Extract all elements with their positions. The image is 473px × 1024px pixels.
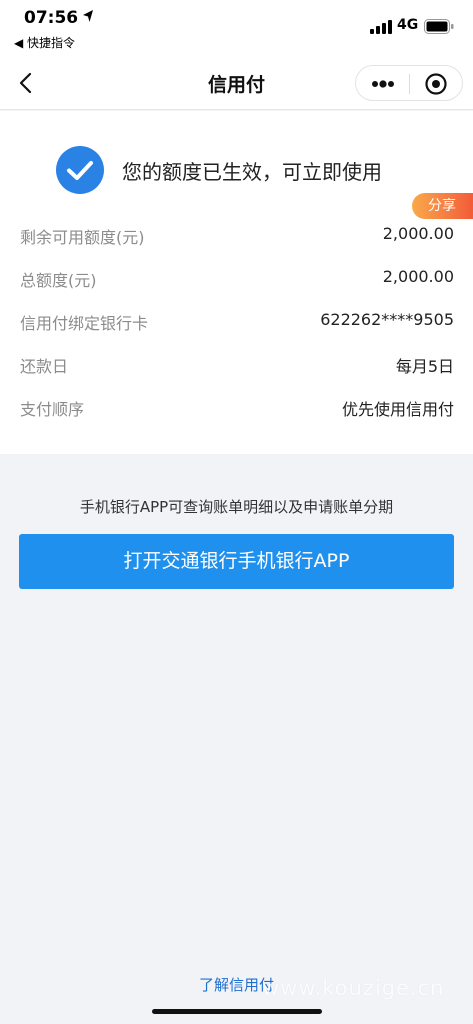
row-label: 总额度(元) [20,271,97,290]
bank-app-hint: 手机银行APP可查询账单明细以及申请账单分期 [79,498,394,516]
info-row: 信用付绑定银行卡 622262****9505 [20,310,454,334]
row-value: 2,000.00 [382,224,454,243]
check-circle-icon [56,146,104,194]
success-message: 您的额度已生效，可立即使用 [122,160,382,184]
battery-icon [424,19,454,34]
info-row: 支付顺序 优先使用信用付 [20,396,454,420]
status-time: 07:56 [24,8,79,28]
row-value: 622262****9505 [320,310,454,329]
capsule-divider [409,74,410,94]
row-value: 2,000.00 [382,267,454,286]
status-bar: 07:56 ◀ 快捷指令 4G [0,0,473,56]
watermark: www.kouzige.cn [262,976,445,1000]
info-row: 还款日 每月5日 [20,353,454,377]
open-bank-app-button[interactable]: 打开交通银行手机银行APP [19,534,454,589]
row-label: 支付顺序 [20,400,85,419]
more-icon[interactable] [368,74,398,94]
row-label: 还款日 [20,357,69,376]
home-indicator [152,1009,322,1014]
back-to-shortcuts[interactable]: ◀ 快捷指令 [14,34,75,51]
credit-info-card: 您的额度已生效，可立即使用 分享 剩余可用额度(元) 2,000.00 总额度(… [0,111,473,454]
mini-program-close-icon[interactable] [424,72,448,96]
row-label: 剩余可用额度(元) [20,228,145,247]
nav-bar: 信用付 [0,56,473,110]
row-value: 优先使用信用付 [341,400,454,419]
location-arrow-icon [83,10,93,22]
network-label: 4G [397,17,419,33]
info-row: 总额度(元) 2,000.00 [20,267,454,291]
share-button[interactable]: 分享 [412,193,473,219]
row-label: 信用付绑定银行卡 [20,314,149,333]
mini-program-capsule [355,65,463,101]
signal-icon [370,20,392,34]
info-row: 剩余可用额度(元) 2,000.00 [20,224,454,248]
screen: 07:56 ◀ 快捷指令 4G 信用付 您的额度已生效，可立即使用 分享 剩余可… [0,0,473,1024]
row-value: 每月5日 [395,357,454,376]
